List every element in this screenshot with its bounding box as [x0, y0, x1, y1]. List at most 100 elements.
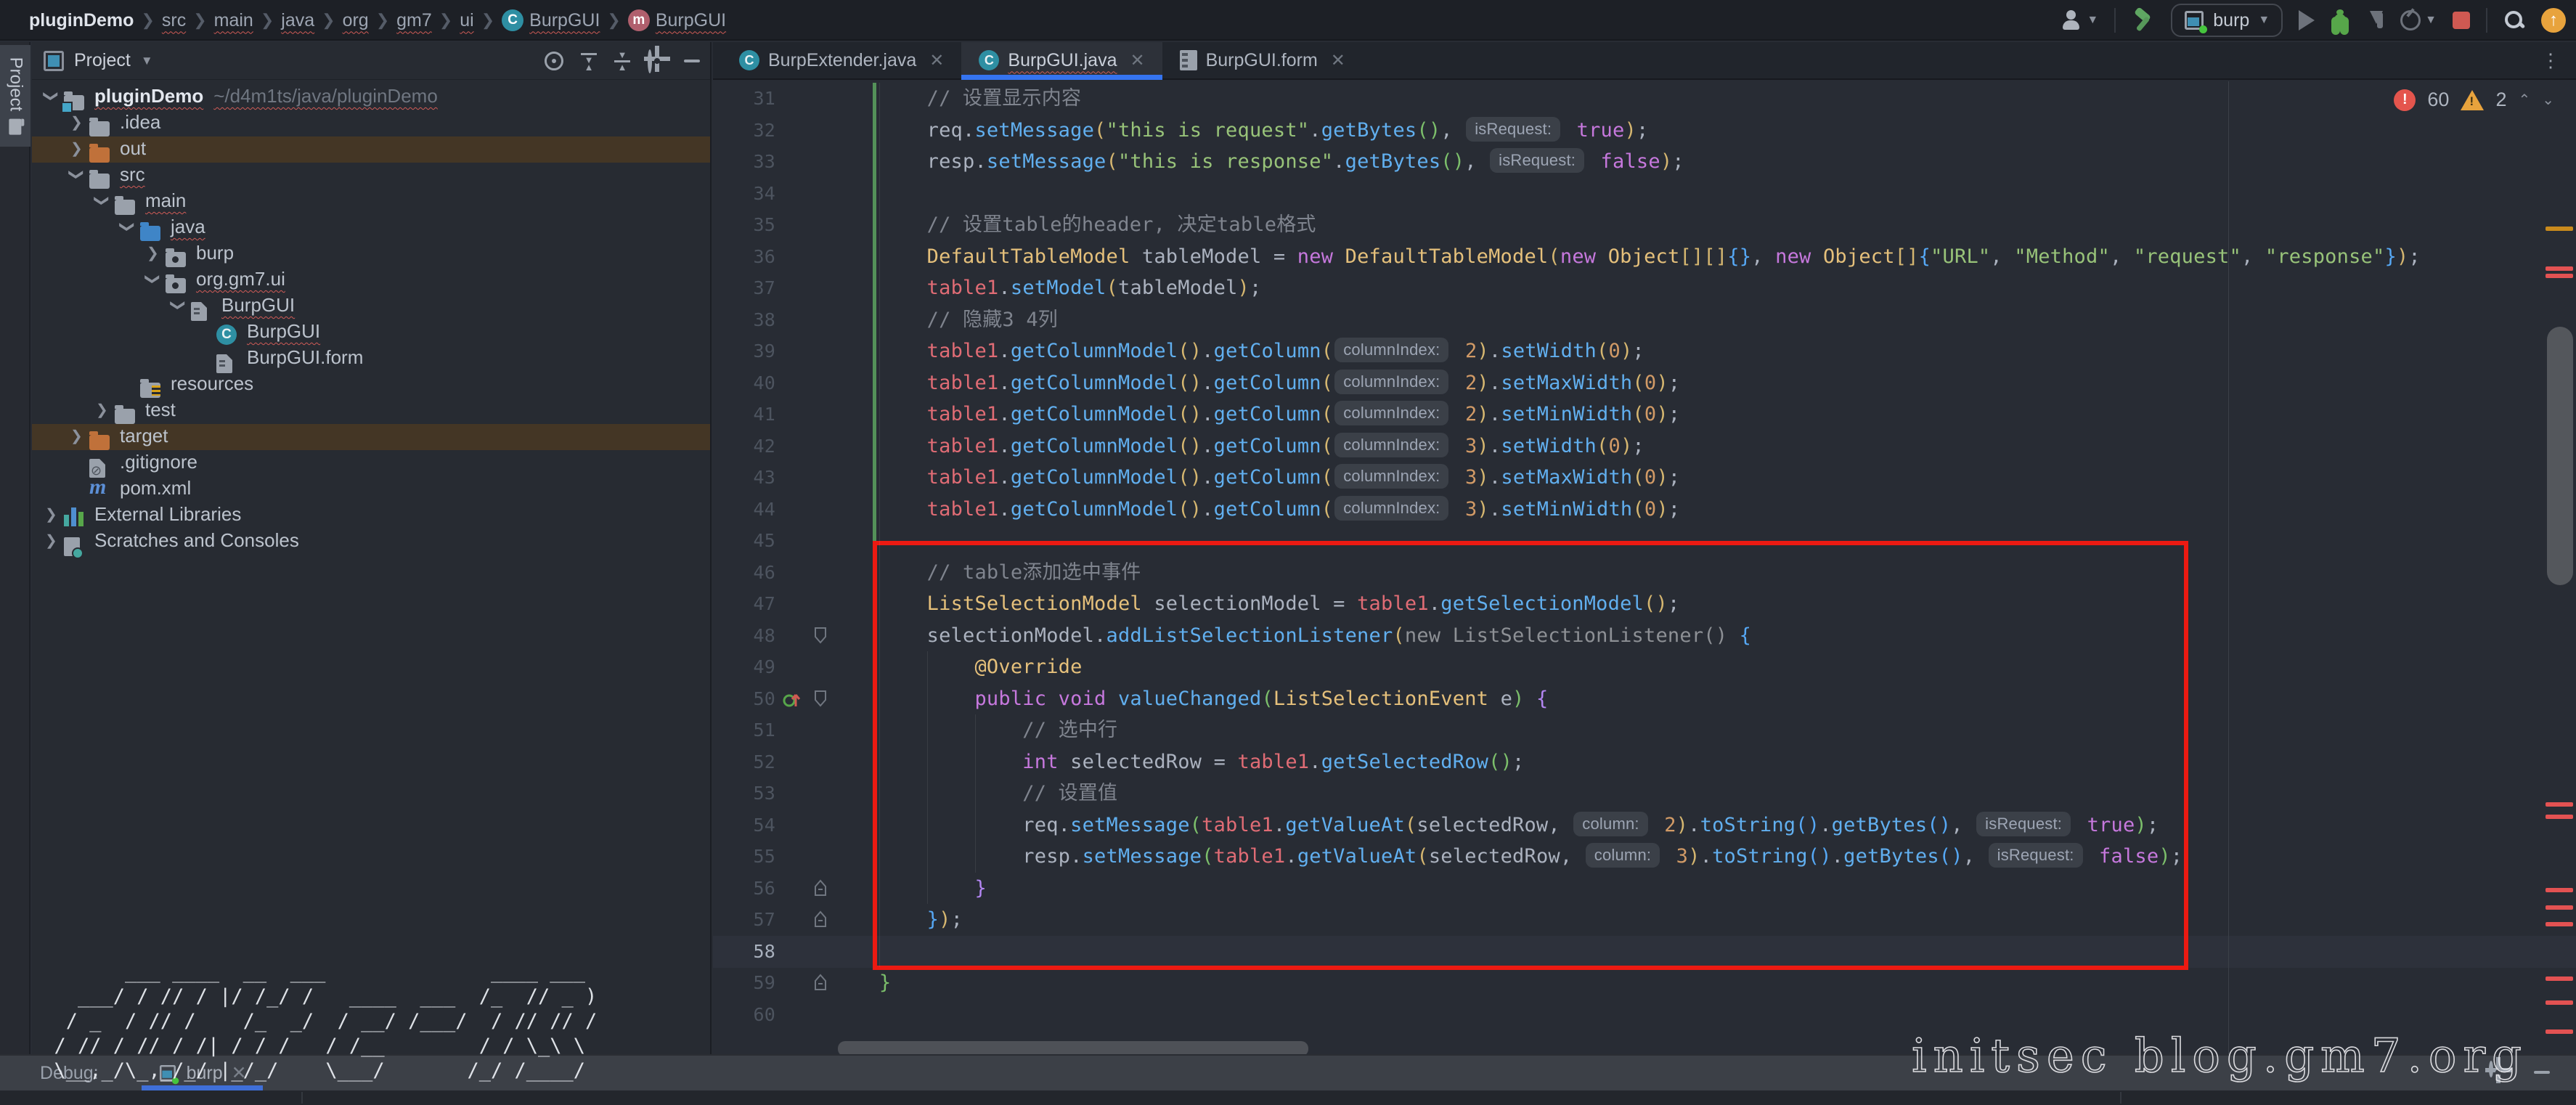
kebab-menu-icon[interactable]: ⋮	[2541, 49, 2560, 72]
collapse-all-icon[interactable]: ▼▲	[614, 52, 630, 71]
breadcrumb[interactable]: pluginDemo❯src❯main❯java❯org❯gm7❯ui❯CBur…	[29, 0, 726, 41]
vertical-scrollbar[interactable]	[2547, 327, 2573, 585]
code-line: 33 resp.setMessage("this is response".ge…	[713, 146, 2576, 178]
breadcrumb-item-org[interactable]: org	[343, 10, 369, 31]
tree-item-src[interactable]: ❯src	[32, 163, 710, 189]
tab-burpgui-java[interactable]: CBurpGUI.java✕	[961, 42, 1162, 78]
chevron-expanded-icon[interactable]: ❯	[118, 221, 136, 233]
chevron-collapsed-icon[interactable]: ❯	[70, 113, 83, 131]
breadcrumb-item-gm7[interactable]: gm7	[396, 10, 432, 31]
tree-item-burp[interactable]: ❯burp	[32, 241, 710, 267]
project-panel-title[interactable]: Project	[74, 50, 131, 71]
build-hammer-icon[interactable]	[2132, 9, 2155, 32]
tree-item-burpgui[interactable]: ❯BurpGUI	[32, 293, 710, 319]
search-everywhere-icon[interactable]	[2503, 9, 2525, 31]
tree-item-java[interactable]: ❯java	[32, 215, 710, 241]
chevron-collapsed-icon[interactable]: ❯	[45, 505, 57, 523]
close-icon[interactable]: ✕	[1331, 50, 1345, 71]
expand-all-icon[interactable]: ▼▲	[581, 52, 597, 71]
prev-problem-icon[interactable]: ⌃	[2518, 91, 2530, 109]
hide-panel-icon[interactable]	[2534, 1071, 2550, 1074]
tree-item-org.gm7.ui[interactable]: ❯org.gm7.ui	[32, 267, 710, 293]
close-icon[interactable]: ✕	[1130, 50, 1144, 71]
tree-item-scratches-and-consoles[interactable]: ❯Scratches and Consoles	[32, 529, 710, 555]
gear-icon[interactable]	[648, 52, 667, 70]
tab-burpgui-form[interactable]: BurpGUI.form✕	[1162, 42, 1363, 78]
update-available-icon[interactable]: ↑	[2541, 8, 2566, 33]
chevron-collapsed-icon[interactable]: ❯	[147, 244, 159, 262]
fold-up-icon[interactable]	[813, 878, 828, 901]
line-number: 60	[733, 999, 775, 1031]
run-config-selector[interactable]: burp ▼	[2171, 4, 2283, 37]
next-problem-icon[interactable]: ⌄	[2542, 91, 2554, 109]
close-icon[interactable]: ✕	[929, 50, 944, 71]
tree-item-burpgui[interactable]: CBurpGUI	[32, 319, 710, 346]
breadcrumb-item-src[interactable]: src	[162, 10, 186, 31]
error-stripe-mark[interactable]	[2546, 274, 2573, 278]
tree-item-label: test	[145, 399, 176, 421]
tree-item-pom.xml[interactable]: mpom.xml	[32, 476, 710, 502]
tree-item-label: target	[120, 425, 168, 447]
error-stripe-mark[interactable]	[2546, 1029, 2573, 1034]
error-stripe-mark[interactable]	[2546, 802, 2573, 807]
coverage-button[interactable]: ▼	[2400, 10, 2437, 30]
chevron-collapsed-icon[interactable]: ❯	[70, 139, 83, 158]
tree-item-plugindemo[interactable]: ❯pluginDemo~/d4m1ts/java/pluginDemo	[32, 84, 710, 110]
fold-down-icon[interactable]	[813, 689, 828, 711]
fold-up-icon[interactable]	[813, 910, 828, 932]
breadcrumb-item-main[interactable]: main	[214, 10, 253, 31]
run-icon[interactable]	[2299, 10, 2315, 30]
tree-item-main[interactable]: ❯main	[32, 189, 710, 215]
tree-item-target[interactable]: ❯ target	[32, 424, 710, 450]
tree-item-.idea[interactable]: ❯.idea	[32, 110, 710, 136]
chevron-expanded-icon[interactable]: ❯	[68, 168, 86, 181]
error-stripe-mark[interactable]	[2546, 905, 2573, 910]
locate-file-icon[interactable]	[545, 52, 563, 70]
user-profile-button[interactable]: ▼	[2061, 9, 2098, 31]
chevron-expanded-icon[interactable]: ❯	[93, 195, 111, 207]
debug-icon[interactable]	[2331, 9, 2349, 31]
tab-label: BurpExtender.java	[768, 50, 916, 71]
tree-item-burpgui.form[interactable]: BurpGUI.form	[32, 346, 710, 372]
error-stripe-mark[interactable]	[2546, 922, 2573, 926]
chevron-expanded-icon[interactable]: ❯	[144, 273, 162, 285]
breadcrumb-item-ui[interactable]: ui	[460, 10, 473, 31]
stop-icon[interactable]	[2453, 12, 2470, 29]
tree-item-test[interactable]: ❯ test	[32, 398, 710, 424]
tree-item-out[interactable]: ❯out	[32, 136, 710, 163]
chevron-down-icon[interactable]: ▼	[141, 54, 153, 68]
code-text: DefaultTableModel tableModel = new Defau…	[831, 241, 2421, 273]
fold-up-icon[interactable]	[813, 973, 828, 995]
error-stripe-mark[interactable]	[2546, 1000, 2573, 1005]
step-into-icon[interactable]	[2365, 9, 2384, 31]
method-icon: m	[628, 9, 650, 31]
inspections-widget[interactable]: ! 60 2 ⌃ ⌄	[2394, 89, 2554, 111]
error-stripe-mark[interactable]	[2546, 888, 2573, 892]
chevron-collapsed-icon[interactable]: ❯	[96, 401, 108, 419]
horizontal-scrollbar[interactable]	[838, 1041, 1308, 1054]
hide-panel-icon[interactable]	[684, 60, 700, 62]
line-number: 54	[733, 810, 775, 841]
chevron-right-icon: ❯	[322, 11, 335, 30]
error-stripe-mark[interactable]	[2546, 266, 2573, 271]
tree-item-.gitignore[interactable]: .gitignore	[32, 450, 710, 476]
breadcrumb-item-burpgui[interactable]: mBurpGUI	[628, 9, 726, 31]
override-icon[interactable]	[783, 689, 802, 713]
chevron-expanded-icon[interactable]: ❯	[42, 90, 60, 102]
error-stripe-mark[interactable]	[2546, 976, 2573, 981]
breadcrumb-item-burpgui[interactable]: CBurpGUI	[502, 9, 600, 31]
tree-item-resources[interactable]: resources	[32, 372, 710, 398]
form-file-icon	[1180, 50, 1197, 70]
chevron-expanded-icon[interactable]: ❯	[169, 299, 187, 311]
tree-item-external-libraries[interactable]: ❯External Libraries	[32, 502, 710, 529]
error-stripe-mark[interactable]	[2546, 227, 2573, 231]
breadcrumb-item-java[interactable]: java	[281, 10, 314, 31]
code-editor[interactable]: 31 // 设置显示内容32 req.setMessage("this is r…	[713, 81, 2576, 1054]
chevron-collapsed-icon[interactable]: ❯	[70, 427, 83, 445]
breadcrumb-item-plugindemo[interactable]: pluginDemo	[29, 10, 134, 31]
tab-burpextender-java[interactable]: CBurpExtender.java✕	[722, 42, 961, 78]
fold-down-icon[interactable]	[813, 626, 828, 648]
error-stripe-mark[interactable]	[2546, 815, 2573, 819]
stripe-tab-project[interactable]: Project	[0, 45, 30, 147]
chevron-collapsed-icon[interactable]: ❯	[45, 531, 57, 550]
